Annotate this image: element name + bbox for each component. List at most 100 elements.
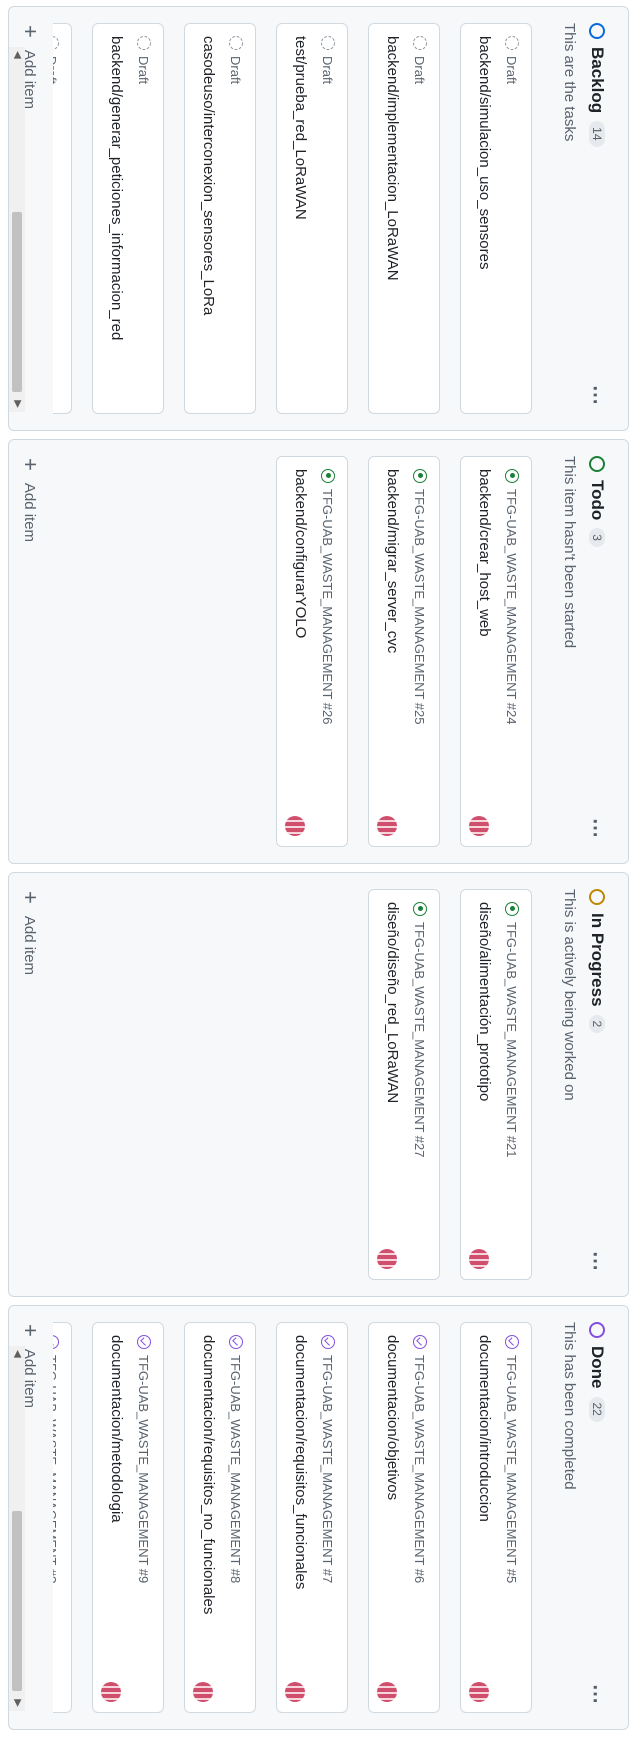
issue-closed-icon [137,1335,151,1349]
card-meta-label: TFG-UAB_WASTE_MANAGEMENT #25 [412,489,428,725]
card-title[interactable]: documentacion/metodologia [108,1335,125,1700]
avatar[interactable] [193,1682,213,1702]
kebab-icon[interactable]: ⋯ [583,385,608,406]
card-title[interactable]: backend/simulacion_uso_sensores [476,36,493,401]
column-title: Backlog [588,47,607,114]
card-item[interactable]: TFG-UAB_WASTE_MANAGEMENT #27 diseño/dise… [368,889,440,1280]
card-meta-label: TFG-UAB_WASTE_MANAGEMENT #26 [320,489,336,725]
kebab-icon[interactable]: ⋯ [583,1251,608,1272]
kebab-icon[interactable]: ⋯ [583,818,608,839]
column-header: In Progress 2 This is actively being wor… [560,889,608,1280]
scroll-right-icon[interactable]: ▶ [12,1699,23,1707]
card-item[interactable]: TFG-UAB_WASTE_MANAGEMENT #21 diseño/alim… [460,889,532,1280]
issue-closed-icon [505,1335,519,1349]
issue-open-icon [413,469,427,483]
kebab-icon[interactable]: ⋯ [583,1684,608,1705]
avatar[interactable] [377,1249,397,1269]
scroll-right-icon[interactable]: ▶ [12,400,23,408]
card-item[interactable]: TFG-UAB_WASTE_MANAGEMENT #9 documentacio… [92,1322,164,1713]
card-item[interactable]: Draft test/prueba_red_LoRaWAN [276,23,348,414]
card-item[interactable]: TFG-UAB_WASTE_MANAGEMENT #26 backend/con… [276,456,348,847]
count-badge: 2 [589,1014,605,1034]
card-item[interactable]: TFG-UAB_WASTE_MANAGEMENT #? [53,1322,72,1713]
card-title[interactable]: casodeuso/interconexion_sensores_LoRa [200,36,217,401]
card-title[interactable]: documentacion/introduccion [476,1335,493,1700]
plus-icon: + [18,458,43,471]
card-list: Draft backend/simulacion_uso_sensores Dr… [53,23,532,414]
scroll-left-icon[interactable]: ◀ [12,51,23,59]
card-title[interactable]: backend/configurarYOLO [292,469,309,834]
column-header: Todo 3 This item hasn't been started ⋯ [560,456,608,847]
column-todo: Todo 3 This item hasn't been started ⋯ T… [8,439,629,864]
plus-icon: + [18,1324,43,1337]
card-item[interactable]: TFG-UAB_WASTE_MANAGEMENT #25 backend/mig… [368,456,440,847]
column-description: This has been completed [561,1322,578,1490]
card-title[interactable]: documentacion/requisitos_funcionales [292,1335,309,1700]
card-meta-label: Draft [136,56,152,85]
card-item[interactable]: Draft casodeuso/interconexion_sensores_L… [184,23,256,414]
card-meta-label: TFG-UAB_WASTE_MANAGEMENT #21 [504,922,520,1158]
card-meta-label: TFG-UAB_WASTE_MANAGEMENT #8 [228,1355,244,1584]
avatar[interactable] [377,816,397,836]
add-item-button[interactable]: + Add item [18,891,43,975]
status-circle-icon [589,889,605,905]
card-item[interactable]: Draft backend/implementacion_LoRaWAN [368,23,440,414]
card-title[interactable]: documentacion/objetivos [384,1335,401,1700]
card-title[interactable]: documentacion/requisitos_no_funcionales [200,1335,217,1700]
card-meta-label: Draft [53,56,60,85]
issue-open-icon [321,469,335,483]
card-meta-label: Draft [228,56,244,85]
column-done: Done 22 This has been completed ⋯ TFG-UA… [8,1305,629,1730]
card-title[interactable]: backend/implementacion_LoRaWAN [384,36,401,401]
card-meta-label: TFG-UAB_WASTE_MANAGEMENT #9 [136,1355,152,1584]
card-title[interactable]: backend/migrar_server_cvc [384,469,401,834]
card-list: TFG-UAB_WASTE_MANAGEMENT #5 documentacio… [53,1322,532,1713]
horizontal-scrollbar[interactable]: ◀ ▶ [9,47,25,412]
card-meta-label: Draft [504,56,520,85]
card-title[interactable]: diseño/diseño_red_LoRaWAN [384,902,401,1267]
avatar[interactable] [469,1249,489,1269]
column-in-progress: In Progress 2 This is actively being wor… [8,872,629,1297]
card-title[interactable]: test/prueba_red_LoRaWAN [292,36,309,401]
horizontal-scrollbar[interactable]: ◀ ▶ [9,1346,25,1711]
issue-open-icon [505,469,519,483]
card-item[interactable]: TFG-UAB_WASTE_MANAGEMENT #5 documentacio… [460,1322,532,1713]
card-meta-label: TFG-UAB_WASTE_MANAGEMENT #24 [504,489,520,725]
count-badge: 22 [589,1396,605,1422]
card-title[interactable]: backend/generar_peticiones_informacion_r… [108,36,125,401]
avatar[interactable] [377,1682,397,1702]
column-title: Todo [588,480,607,521]
scroll-thumb[interactable] [12,1511,22,1691]
card-item[interactable]: TFG-UAB_WASTE_MANAGEMENT #7 documentacio… [276,1322,348,1713]
status-circle-icon [589,23,605,39]
avatar[interactable] [469,1682,489,1702]
card-item[interactable]: TFG-UAB_WASTE_MANAGEMENT #8 documentacio… [184,1322,256,1713]
column-description: This is actively being worked on [561,889,578,1101]
issue-open-icon [505,902,519,916]
card-item[interactable]: Draft backend/simulacion_uso_sensores [460,23,532,414]
card-title[interactable]: diseño/alimentación_prototipo [476,902,493,1267]
card-item[interactable]: Draft [53,23,72,414]
avatar[interactable] [285,1682,305,1702]
card-meta-label: Draft [412,56,428,85]
plus-icon: + [18,891,43,904]
dashed-circle-icon [137,36,151,50]
card-meta-label: TFG-UAB_WASTE_MANAGEMENT #? [53,1355,60,1584]
project-board: Backlog 14 This are the tasks ⋯ Draft ba… [0,0,635,1744]
card-meta-label: TFG-UAB_WASTE_MANAGEMENT #7 [320,1355,336,1584]
column-title: In Progress [588,913,607,1007]
status-circle-icon [589,456,605,472]
status-circle-icon [589,1322,605,1338]
card-item[interactable]: TFG-UAB_WASTE_MANAGEMENT #6 documentacio… [368,1322,440,1713]
card-item[interactable]: Draft backend/generar_peticiones_informa… [92,23,164,414]
card-item[interactable]: TFG-UAB_WASTE_MANAGEMENT #24 backend/cre… [460,456,532,847]
card-meta-label: TFG-UAB_WASTE_MANAGEMENT #6 [412,1355,428,1584]
scroll-left-icon[interactable]: ◀ [12,1350,23,1358]
avatar[interactable] [285,816,305,836]
add-item-button[interactable]: + Add item [18,458,43,542]
count-badge: 14 [589,121,605,147]
avatar[interactable] [101,1682,121,1702]
avatar[interactable] [469,816,489,836]
card-title[interactable]: backend/crear_host_web [476,469,493,834]
scroll-thumb[interactable] [12,212,22,392]
